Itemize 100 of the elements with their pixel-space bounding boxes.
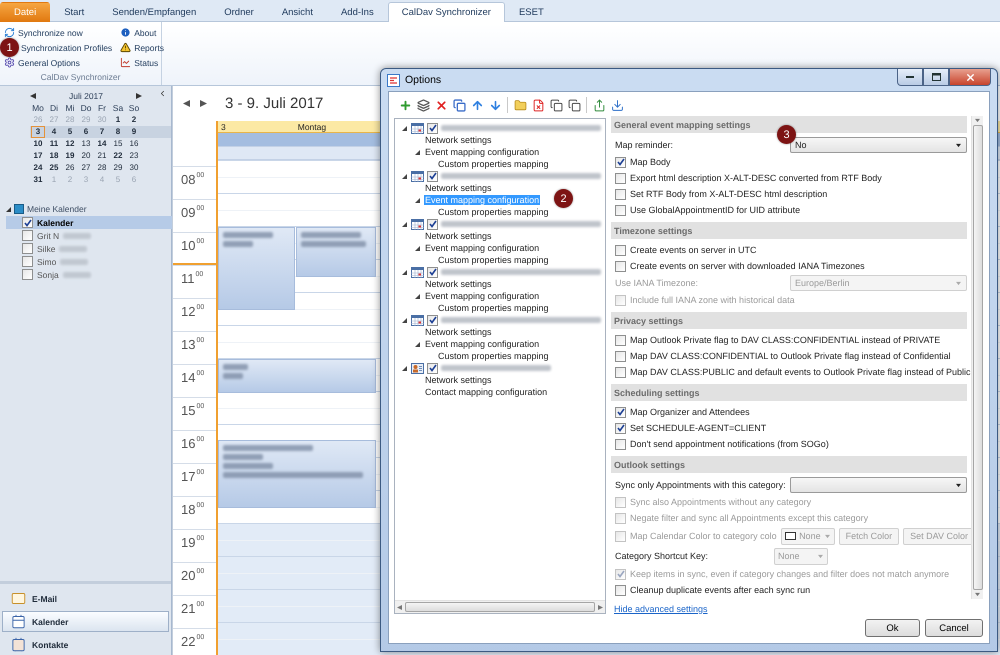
checkbox[interactable] (22, 243, 33, 254)
calendar-day[interactable]: 15 (111, 138, 125, 150)
calendar-day[interactable]: 6 (79, 126, 93, 138)
calendar-day[interactable]: 24 (31, 162, 45, 174)
calendar-folder-row[interactable]: Silke (6, 242, 172, 255)
expander-icon[interactable] (402, 270, 407, 274)
checkbox[interactable] (615, 350, 626, 362)
checkbox[interactable] (615, 188, 626, 200)
checkbox[interactable] (427, 122, 438, 134)
tree-item[interactable]: Network settings (424, 231, 493, 241)
dialog-button[interactable]: Ok (865, 619, 920, 637)
module-button[interactable]: E-Mail (2, 588, 169, 609)
expander-icon[interactable] (402, 126, 407, 130)
expander-icon[interactable] (415, 150, 420, 154)
scroll-up-icon[interactable] (975, 118, 980, 123)
calendar-day[interactable]: 25 (47, 162, 61, 174)
calendar-day[interactable]: 28 (95, 162, 109, 174)
checkbox[interactable] (615, 584, 626, 596)
tree-item[interactable]: Event mapping configuration (424, 147, 540, 157)
calendar-day[interactable]: 7 (95, 126, 109, 138)
tree-item[interactable]: Network settings (424, 135, 493, 145)
calendar-day[interactable]: 29 (111, 162, 125, 174)
tree-item[interactable]: Event mapping configuration (424, 339, 540, 349)
calendar-day[interactable]: 26 (63, 162, 77, 174)
scroll-left-icon[interactable] (397, 604, 402, 610)
calendar-day[interactable]: 4 (47, 126, 61, 138)
checkbox[interactable] (615, 334, 626, 346)
checkbox[interactable] (615, 438, 626, 450)
checkbox[interactable] (22, 217, 33, 228)
calendar-day[interactable]: 12 (63, 138, 77, 150)
module-button[interactable]: Kontakte (2, 634, 169, 655)
calendar-day[interactable]: 9 (127, 126, 141, 138)
close-button[interactable] (949, 69, 991, 86)
calendar-day[interactable]: 21 (95, 150, 109, 162)
module-button[interactable]: Kalender (2, 611, 169, 632)
checkbox[interactable] (615, 244, 626, 256)
checkbox[interactable] (22, 230, 33, 241)
expander-icon[interactable] (415, 246, 420, 250)
calendar-folder-row[interactable]: Sonja (6, 268, 172, 281)
calendar-day[interactable]: 27 (79, 162, 93, 174)
calendar-day[interactable]: 20 (79, 150, 93, 162)
expander-icon[interactable] (402, 174, 407, 178)
minimize-button[interactable] (897, 69, 923, 86)
checkbox[interactable] (427, 362, 438, 374)
expander-icon[interactable] (402, 366, 407, 370)
calendar-day[interactable]: 2 (127, 114, 141, 126)
calendar-day[interactable]: 5 (63, 126, 77, 138)
ribbon-button[interactable]: General Options (2, 55, 114, 70)
maximize-button[interactable] (923, 69, 949, 86)
tree-item[interactable]: Contact mapping configuration (424, 387, 548, 397)
tree-item[interactable]: Custom properties mapping (437, 303, 550, 313)
ribbon-tab[interactable]: Start (50, 2, 98, 22)
calendar-day[interactable]: 22 (111, 150, 125, 162)
ribbon-tab[interactable]: Ordner (210, 2, 268, 22)
checkbox[interactable] (615, 172, 626, 184)
toolbar-button[interactable] (566, 96, 582, 114)
scroll-down-icon[interactable] (975, 592, 980, 597)
calendar-day[interactable]: 14 (95, 138, 109, 150)
checkbox[interactable] (615, 366, 626, 378)
checkbox[interactable] (427, 266, 438, 278)
calendar-day[interactable]: 16 (127, 138, 141, 150)
calendar-folder-row[interactable]: Grit N (6, 229, 172, 242)
calendar-day[interactable]: 23 (127, 150, 141, 162)
calendar-day[interactable]: 1 (111, 114, 125, 126)
toolbar-button[interactable] (548, 96, 564, 114)
expander-icon[interactable] (415, 342, 420, 346)
ribbon-tab[interactable]: Ansicht (268, 2, 327, 22)
ribbon-tab[interactable]: Add-Ins (326, 2, 388, 22)
expander-icon[interactable] (402, 318, 407, 322)
horizontal-scrollbar[interactable] (395, 600, 605, 613)
tree-item[interactable]: Custom properties mapping (437, 255, 550, 265)
checkbox[interactable] (427, 170, 438, 182)
checkbox[interactable] (615, 260, 626, 272)
toolbar-button[interactable] (415, 96, 431, 114)
ribbon-tab[interactable]: Senden/Empfangen (98, 2, 210, 22)
vertical-scrollbar[interactable] (971, 116, 983, 599)
checkbox[interactable] (22, 256, 33, 267)
ribbon-tab[interactable]: ESET (504, 2, 558, 22)
ribbon-button[interactable]: About (118, 25, 166, 40)
calendar-day[interactable]: 13 (79, 138, 93, 150)
ribbon-button[interactable]: Reports (118, 40, 166, 55)
tree-item[interactable]: Network settings (424, 279, 493, 289)
tree-item[interactable]: Network settings (424, 375, 493, 385)
calendar-day[interactable]: 10 (31, 138, 45, 150)
tree-item[interactable]: Network settings (424, 183, 493, 193)
checkbox[interactable] (615, 204, 626, 216)
previous-month-icon[interactable] (30, 93, 36, 99)
checkbox[interactable] (615, 156, 626, 168)
toolbar-button[interactable] (451, 96, 467, 114)
dropdown[interactable] (790, 477, 967, 493)
tree-item[interactable]: Event mapping configuration (424, 243, 540, 253)
dropdown[interactable]: No (790, 137, 967, 153)
tree-item[interactable]: Network settings (424, 327, 493, 337)
calendar-day[interactable]: 8 (111, 126, 125, 138)
previous-week-icon[interactable] (183, 100, 190, 107)
calendar-day[interactable]: 3 (31, 126, 45, 138)
expander-icon[interactable] (6, 206, 11, 212)
scroll-right-icon[interactable] (598, 604, 603, 610)
calendar-day[interactable]: 30 (127, 162, 141, 174)
ribbon-button[interactable]: Status (118, 55, 166, 70)
